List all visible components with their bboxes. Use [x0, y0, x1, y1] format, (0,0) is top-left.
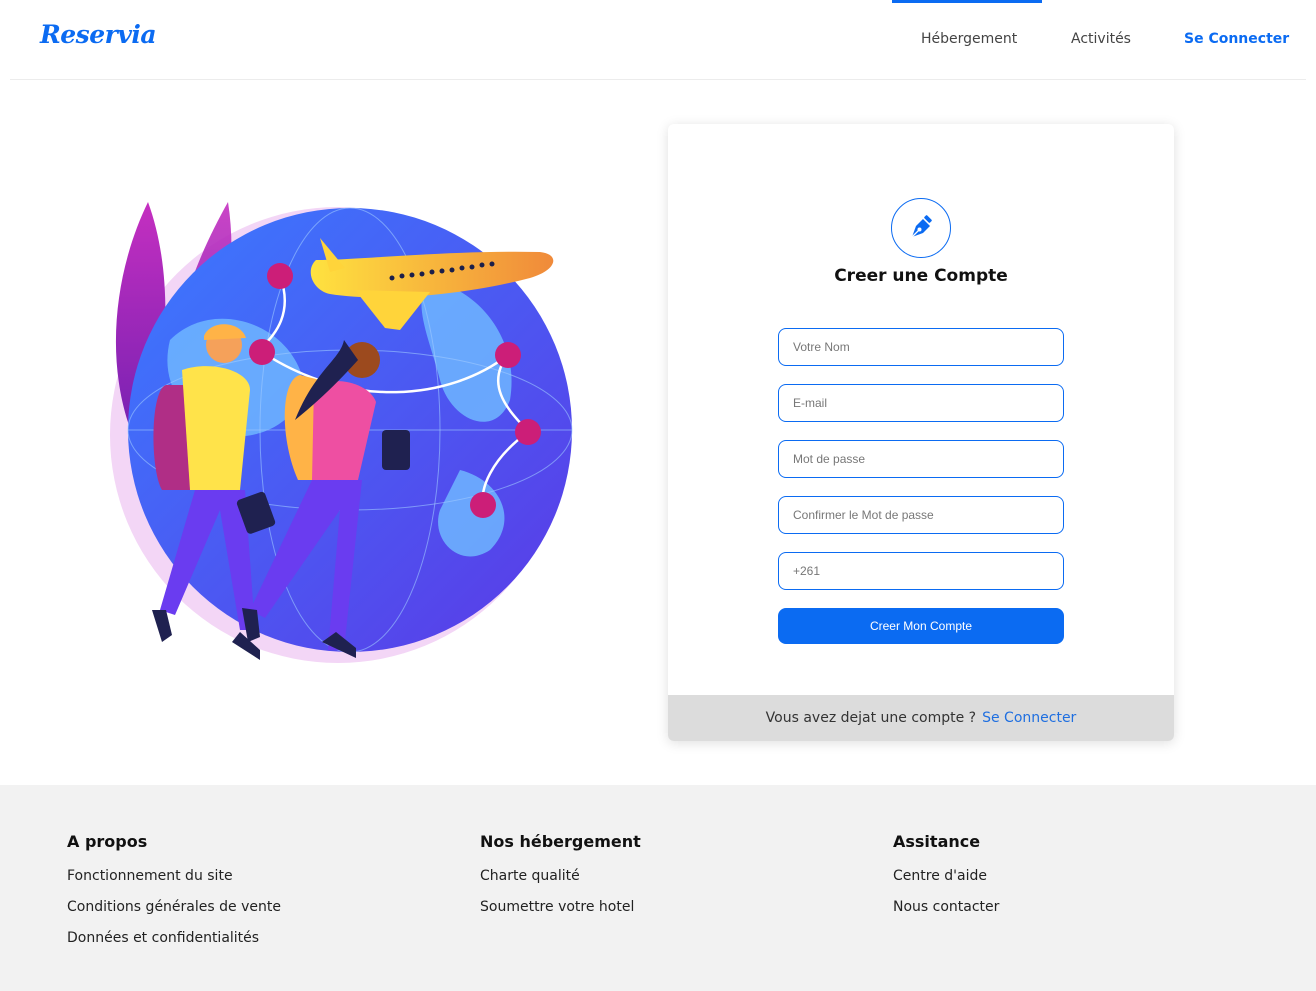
footer-link[interactable]: Conditions générales de vente	[67, 898, 281, 929]
login-prompt-text: Vous avez dejat une compte ?	[765, 710, 977, 726]
nav-hebergement-link[interactable]: Hébergement	[921, 31, 1017, 47]
footer-link[interactable]: Charte qualité	[480, 867, 641, 898]
signup-card: Creer une Compte Creer Mon Compte Vous a…	[668, 124, 1174, 741]
site-footer: A propos Fonctionnement du site Conditio…	[0, 785, 1316, 991]
login-prompt: Vous avez dejat une compte ? Se Connecter	[668, 695, 1174, 741]
footer-column-assistance: Assitance Centre d'aide Nous contacter	[893, 832, 999, 929]
logo[interactable]: Reservia	[40, 20, 157, 49]
footer-column-hebergement: Nos hébergement Charte qualité Soumettre…	[480, 832, 641, 929]
email-input[interactable]	[778, 384, 1064, 422]
nav-activites-link[interactable]: Activités	[1071, 31, 1131, 47]
footer-link[interactable]: Fonctionnement du site	[67, 867, 281, 898]
footer-column-about: A propos Fonctionnement du site Conditio…	[67, 832, 281, 960]
footer-link[interactable]: Nous contacter	[893, 898, 999, 929]
confirm-password-input[interactable]	[778, 496, 1064, 534]
travel-illustration	[110, 202, 573, 663]
top-navbar: Reservia Hébergement Activités Se Connec…	[0, 0, 1316, 80]
name-input[interactable]	[778, 328, 1064, 366]
create-account-button[interactable]: Creer Mon Compte	[778, 608, 1064, 644]
footer-heading: Nos hébergement	[480, 832, 641, 851]
footer-heading: A propos	[67, 832, 148, 851]
password-input[interactable]	[778, 440, 1064, 478]
pen-nib-icon	[891, 198, 951, 258]
header-divider	[10, 79, 1306, 80]
signup-title: Creer une Compte	[834, 266, 1008, 286]
nav-login-link[interactable]: Se Connecter	[1184, 31, 1289, 47]
footer-link[interactable]: Soumettre votre hotel	[480, 898, 641, 929]
footer-link[interactable]: Centre d'aide	[893, 867, 999, 898]
phone-input[interactable]	[778, 552, 1064, 590]
footer-heading: Assitance	[893, 832, 981, 851]
nav-active-indicator	[892, 0, 1042, 3]
footer-link[interactable]: Données et confidentialités	[67, 929, 281, 960]
login-link[interactable]: Se Connecter	[982, 710, 1076, 726]
